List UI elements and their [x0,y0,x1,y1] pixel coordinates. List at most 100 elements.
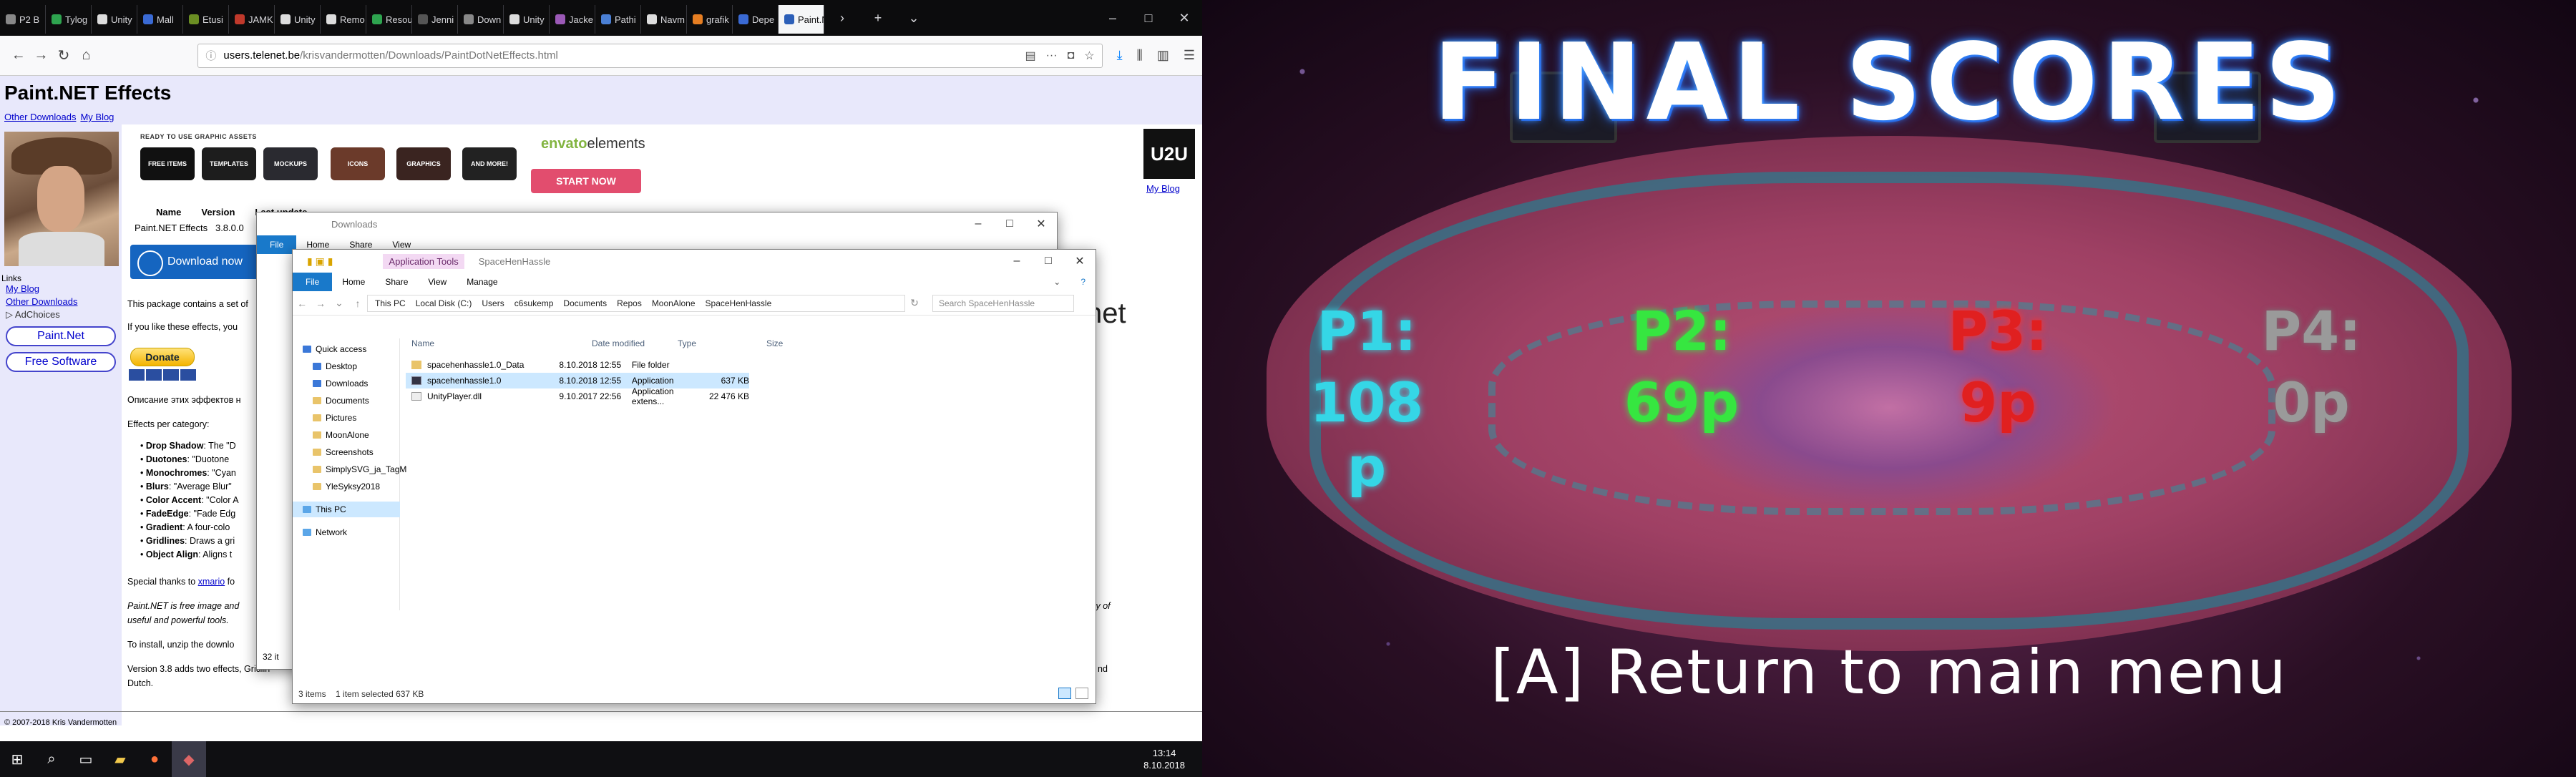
bookmark-star-icon[interactable]: ☆ [1084,49,1094,63]
start-icon[interactable]: ⊞ [0,741,34,777]
nav-screenshots[interactable]: Screenshots [313,447,374,457]
maximize-button[interactable]: □ [1131,11,1166,26]
donate-button[interactable]: Donate [130,348,195,366]
nav-pictures[interactable]: Pictures [313,413,356,423]
ad-chip[interactable]: TEMPLATES [202,147,256,180]
column-size[interactable]: Size [766,338,783,348]
nav-simplysvg[interactable]: SimplySVG_ja_TagM [313,464,406,474]
back-icon[interactable]: ← [293,298,311,309]
browser-tab[interactable]: Pathi [595,5,641,34]
browser-tab[interactable]: Resou [366,5,412,34]
tab-view[interactable]: View [382,240,421,250]
new-tab-button[interactable]: + [860,11,896,26]
free-software-button[interactable]: Free Software [6,352,116,372]
nav-desktop[interactable]: Desktop [313,361,357,371]
adchoices-link[interactable]: ▷ AdChoices [6,309,60,321]
tab-home[interactable]: Home [296,240,339,250]
paint-net-button[interactable]: Paint.Net [6,326,116,346]
browser-tab[interactable]: Unity [92,5,137,34]
right-my-blog-link[interactable]: My Blog [1146,183,1180,194]
ribbon-expand-icon[interactable]: ⌄ [1043,277,1070,287]
tab-file[interactable]: File [293,273,333,291]
minimize-button[interactable]: – [962,218,994,230]
nav-documents[interactable]: Documents [313,396,369,406]
browser-tab[interactable]: Depe [733,5,779,34]
ad-chip[interactable]: AND MORE! [462,147,517,180]
breadcrumb-item[interactable]: Users [482,298,504,308]
envato-ad-banner[interactable]: READY TO USE GRAPHIC ASSETS FREE ITEMS T… [140,133,648,205]
back-icon[interactable]: ← [7,47,30,64]
task-view-icon[interactable]: ▭ [69,741,103,777]
browser-tab[interactable]: Down [458,5,504,34]
recent-locations-icon[interactable]: ⌄ [330,297,348,309]
search-icon[interactable]: ⌕ [34,741,69,777]
browser-tab-active[interactable]: Paint.N [779,5,824,34]
breadcrumb-item[interactable]: This PC [375,298,406,308]
minimize-button[interactable]: – [1095,11,1131,26]
menu-icon[interactable]: ☰ [1184,48,1195,63]
nav-moonalone[interactable]: MoonAlone [313,430,369,440]
breadcrumb-item[interactable]: c6sukemp [514,298,554,308]
forward-icon[interactable]: → [30,47,53,64]
browser-tab[interactable]: Unity [504,5,550,34]
breadcrumb-item[interactable]: SpaceHenHassle [706,298,772,308]
file-row[interactable]: spacehenhassle1.0_Data 8.10.2018 12:55 F… [406,357,749,373]
maximize-button[interactable]: □ [994,218,1025,230]
column-name[interactable]: Name [411,338,434,348]
large-icons-view-icon[interactable] [1075,688,1088,699]
close-button[interactable]: ✕ [1166,11,1202,26]
minimize-button[interactable]: – [1001,255,1033,268]
quick-access-toolbar-icon[interactable]: ▮ ▣ ▮ [307,255,333,268]
file-explorer-icon[interactable]: ▰ [103,741,137,777]
breadcrumb-item[interactable]: Local Disk (C:) [416,298,472,308]
start-now-button[interactable]: START NOW [531,169,641,193]
my-blog-link[interactable]: My Blog [80,112,114,122]
library-icon[interactable]: ⫼ [1137,48,1143,63]
browser-tab[interactable]: JAMK [229,5,275,34]
column-type[interactable]: Type [678,338,696,348]
pocket-icon[interactable]: ◘ [1068,49,1075,62]
ad-chip[interactable]: FREE ITEMS [140,147,195,180]
help-icon[interactable]: ? [1070,277,1096,287]
browser-tab[interactable]: grafik [687,5,733,34]
spacehenhassle-explorer-window[interactable]: ▮ ▣ ▮ Application Tools SpaceHenHassle –… [292,249,1096,704]
tab-scroll-right-icon[interactable]: › [824,11,860,26]
browser-tab[interactable]: Remo [321,5,366,34]
reload-icon[interactable]: ↻ [52,47,75,64]
details-view-icon[interactable] [1058,688,1071,699]
ad-chip[interactable]: GRAPHICS [396,147,451,180]
info-icon[interactable]: ⓘ [205,48,216,63]
browser-tab[interactable]: Navm [641,5,687,34]
download-icon[interactable]: ⤓ [1117,48,1123,63]
game-app-icon[interactable]: ◆ [172,741,206,777]
forward-icon[interactable]: → [311,298,330,309]
tab-manage[interactable]: Manage [457,277,507,287]
browser-tab[interactable]: Etusi [183,5,229,34]
breadcrumb-item[interactable]: MoonAlone [652,298,696,308]
xmario-link[interactable]: xmario [198,577,225,587]
nav-quick-access[interactable]: Quick access [303,344,366,354]
sidebar-icon[interactable]: ▥ [1157,48,1169,63]
search-input[interactable]: Search SpaceHenHassle [932,294,1074,312]
refresh-icon[interactable]: ↻ [905,297,924,309]
close-button[interactable]: ✕ [1025,217,1057,231]
u2u-logo[interactable]: U2U [1143,129,1195,179]
page-actions-icon[interactable]: ··· [1046,49,1058,62]
taskbar-clock[interactable]: 13:14 8.10.2018 [1143,747,1185,771]
nav-downloads[interactable]: Downloads [313,378,368,388]
other-downloads-link[interactable]: Other Downloads [4,112,76,122]
browser-tab[interactable]: Jacke [550,5,595,34]
tab-share[interactable]: Share [339,240,382,250]
browser-tab[interactable]: Unity [275,5,321,34]
download-now-button[interactable]: Download now [130,245,266,279]
breadcrumb-item[interactable]: Repos [617,298,642,308]
address-bar[interactable]: This PC Local Disk (C:) Users c6sukemp D… [367,294,905,312]
tab-share[interactable]: Share [375,277,418,287]
firefox-icon[interactable]: ● [137,741,172,777]
ad-chip[interactable]: MOCKUPS [263,147,318,180]
sidebar-my-blog-link[interactable]: My Blog [6,283,39,294]
home-icon[interactable]: ⌂ [75,47,98,64]
return-to-main-menu-prompt[interactable]: [A] Return to main menu [1202,637,2576,708]
maximize-button[interactable]: □ [1033,255,1064,268]
browser-tab[interactable]: Tylog [46,5,92,34]
